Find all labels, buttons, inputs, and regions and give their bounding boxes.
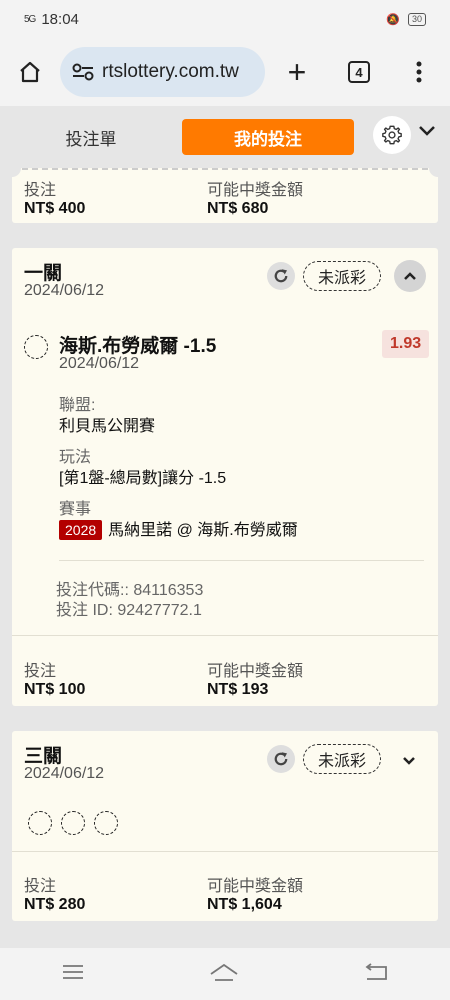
url-text: rtslottery.com.tw (102, 61, 239, 82)
stake-value: NT$ 280 (24, 896, 86, 913)
bet-date: 2024/06/12 (24, 765, 105, 782)
refresh-button[interactable] (267, 262, 295, 290)
status-badge: 未派彩 (303, 261, 382, 291)
bet-tabs-bar: 投注單 我的投注 (0, 106, 450, 168)
back-button[interactable] (364, 962, 388, 986)
tab-switcher-button[interactable]: 4 (329, 61, 389, 83)
bet-card-single: 一關 2024/06/12 未派彩 海斯.布勞威爾 -1.5 2024/06/1… (12, 248, 438, 706)
bet-card-parlay: 三關 2024/06/12 未派彩 投注 NT$ 280 可能中獎金額 NT$ … (12, 731, 438, 921)
home-button[interactable] (0, 60, 60, 84)
tabs-icon: 4 (348, 61, 370, 83)
market-value: [第1盤-總局數]讓分 -1.5 (59, 470, 227, 487)
collapse-button[interactable] (394, 260, 426, 292)
stake-value: NT$ 100 (24, 681, 86, 698)
stake-label: 投注 (24, 878, 57, 895)
ticket-notch (429, 168, 447, 177)
divider (59, 560, 424, 561)
mute-icon: 🔕 (386, 13, 400, 26)
status-icons: 🔕 30 (386, 12, 426, 26)
battery-icon: 30 (407, 12, 426, 26)
browser-menu-button[interactable] (389, 61, 449, 83)
payout-label: 可能中獎金額 (207, 663, 304, 680)
expand-button[interactable] (402, 753, 416, 771)
divider (12, 851, 438, 852)
recent-apps-button[interactable] (62, 964, 84, 985)
refresh-icon (274, 752, 288, 766)
status-time: 18:04 (41, 10, 79, 28)
event-line: 2028 馬納里諾 @ 海斯.布勞威爾 (59, 516, 298, 540)
ticket-divider (12, 168, 438, 170)
payout-value: NT$ 680 (207, 200, 269, 217)
event-name: 馬納里諾 @ 海斯.布勞威爾 (108, 522, 298, 539)
menu-icon (63, 964, 84, 979)
expand-toggle-button[interactable] (418, 124, 436, 142)
home-nav-icon (210, 963, 238, 981)
stake-value: NT$ 400 (24, 200, 86, 217)
stake-label: 投注 (24, 663, 57, 680)
payout-value: NT$ 193 (207, 681, 269, 698)
payout-value: NT$ 1,604 (207, 896, 282, 913)
bet-card-previous: 投注 NT$ 400 可能中獎金額 NT$ 680 (3, 168, 447, 223)
selection-indicator (24, 335, 48, 359)
chevron-down-icon (419, 126, 435, 136)
gear-icon (382, 125, 402, 145)
back-icon (365, 962, 387, 980)
bet-date: 2024/06/12 (24, 282, 105, 299)
system-nav-bar (0, 948, 450, 1000)
stake-label: 投注 (24, 182, 57, 199)
pick-name: 海斯.布勞威爾 -1.5 (59, 336, 217, 357)
tune-icon[interactable] (72, 63, 94, 81)
ticket-notch (3, 168, 21, 177)
new-tab-button[interactable]: + (265, 56, 329, 88)
bets-list[interactable]: 投注 NT$ 400 可能中獎金額 NT$ 680 一關 2024/06/12 … (0, 168, 450, 948)
signal-indicator: 5G (24, 13, 36, 25)
selection-indicator (61, 811, 85, 835)
selection-indicator (28, 811, 52, 835)
more-vert-icon (416, 61, 422, 83)
divider (12, 635, 438, 636)
odds-badge: 1.93 (382, 330, 430, 358)
refresh-button[interactable] (267, 745, 295, 773)
url-bar[interactable]: rtslottery.com.tw (60, 47, 265, 97)
bet-id: 投注 ID: 92427772.1 (56, 602, 202, 619)
league-value: 利貝馬公開賽 (59, 418, 156, 435)
event-code-badge: 2028 (59, 520, 103, 540)
home-nav-button[interactable] (209, 962, 239, 987)
bet-type-title: 一關 (24, 263, 63, 284)
pick-date: 2024/06/12 (59, 355, 140, 372)
home-icon (20, 61, 40, 83)
chevron-down-icon (403, 757, 415, 765)
tab-my-bets[interactable]: 我的投注 (182, 119, 354, 155)
plus-icon: + (287, 54, 307, 90)
status-badge: 未派彩 (303, 744, 382, 774)
settings-button[interactable] (373, 116, 411, 154)
status-bar: 5G 18:04 🔕 30 (0, 0, 450, 38)
bet-type-title: 三關 (24, 746, 63, 767)
selection-indicator (94, 811, 118, 835)
refresh-icon (274, 269, 288, 283)
tab-bet-slip[interactable]: 投注單 (0, 125, 182, 150)
payout-label: 可能中獎金額 (207, 182, 304, 199)
browser-toolbar: rtslottery.com.tw + 4 (0, 38, 450, 106)
payout-label: 可能中獎金額 (207, 878, 304, 895)
chevron-up-icon (404, 272, 416, 280)
